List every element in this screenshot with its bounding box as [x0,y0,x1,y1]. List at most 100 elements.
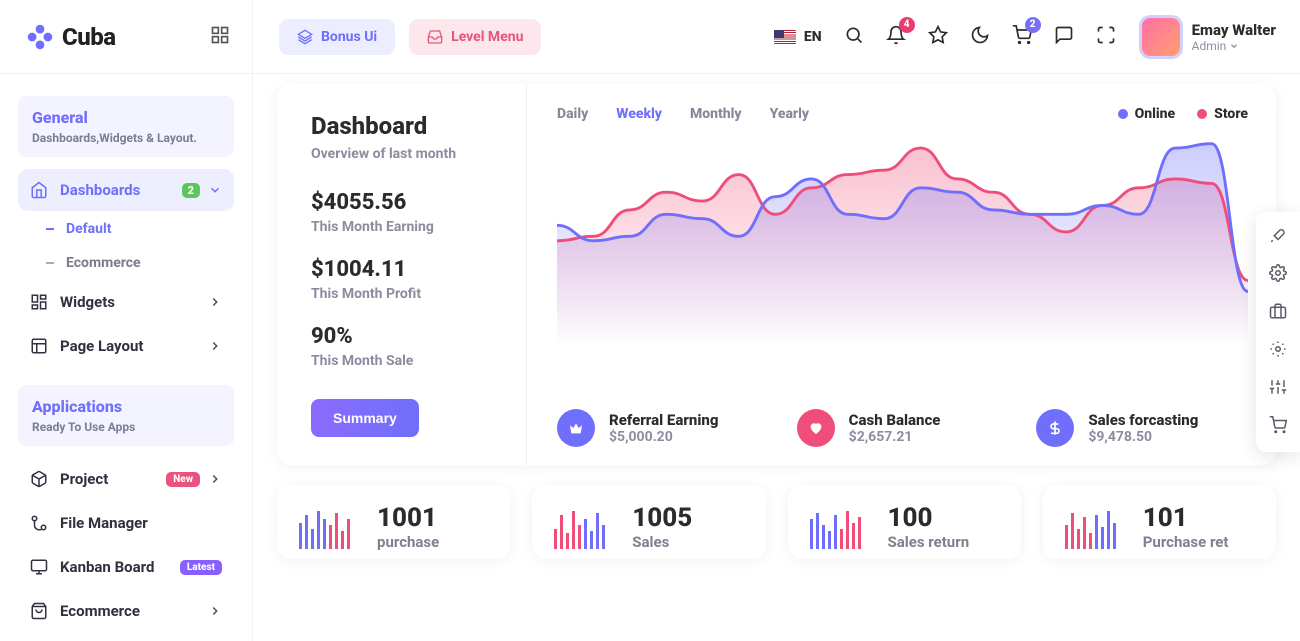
dashboard-chart-panel: Daily Weekly Monthly Yearly Online Store [527,84,1276,465]
sidebar-section-general: General Dashboards,Widgets & Layout. [18,96,234,157]
mini-card-sales: 1005Sales [532,485,765,559]
language-code: EN [804,29,822,45]
mini-bars-icon [1063,505,1123,549]
section-subtitle: Ready To Use Apps [32,420,220,434]
sidebar-label: Dashboards [60,181,140,199]
heart-icon [797,409,835,447]
legend-store: Store [1197,106,1248,122]
layers-icon [297,29,313,45]
sidebar-label: Ecommerce [66,255,141,271]
chevron-right-icon [208,295,222,309]
mini-bars-icon [808,505,868,549]
dash-icon [46,262,54,264]
sidebar-item-page-layout[interactable]: Page Layout [18,325,234,367]
mini-label: Sales [632,533,692,551]
bonus-ui-button[interactable]: Bonus Ui [279,19,395,55]
mini-label: purchase [377,533,439,551]
stat-referral: Referral Earning$5,000.20 [557,409,769,447]
chart-legend: Online Store [1118,106,1248,122]
header-main: Bonus Ui Level Menu EN 4 2 Emay Walter [253,18,1300,56]
mini-card-purchase: 1001purchase [277,485,510,559]
sidebar-item-ecommerce-sub[interactable]: Ecommerce [18,247,234,279]
sidebar: General Dashboards,Widgets & Layout. Das… [0,74,253,641]
search-icon[interactable] [844,25,864,49]
tab-monthly[interactable]: Monthly [690,106,742,122]
section-subtitle: Dashboards,Widgets & Layout. [32,131,220,145]
sidebar-item-default[interactable]: Default [18,213,234,245]
sidebar-item-ecommerce[interactable]: Ecommerce [18,590,234,632]
fullscreen-icon[interactable] [1096,25,1116,49]
tab-yearly[interactable]: Yearly [770,106,810,122]
flag-us-icon [774,30,796,44]
chevron-right-icon [208,604,222,618]
dashboard-summary-panel: Dashboard Overview of last month $4055.5… [277,84,527,465]
briefcase-icon[interactable] [1269,302,1287,324]
sidebar-label: Kanban Board [60,558,154,576]
sidebar-item-widgets[interactable]: Widgets [18,281,234,323]
crown-icon [557,409,595,447]
dashboard-card: Dashboard Overview of last month $4055.5… [277,84,1276,465]
chevron-down-icon [1229,41,1239,51]
bag-icon [30,602,48,620]
metric-earning: $4055.56This Month Earning [311,190,526,235]
user-role: Admin [1192,39,1276,53]
metric-profit: $1004.11This Month Profit [311,257,526,302]
brand-name: Cuba [62,23,116,51]
gear2-icon[interactable] [1269,340,1287,362]
sliders-icon[interactable] [1269,378,1287,400]
legend-dot-icon [1118,109,1128,119]
tab-daily[interactable]: Daily [557,106,588,122]
mini-bars-icon [552,505,612,549]
paint-icon[interactable] [1269,226,1287,248]
summary-button[interactable]: Summary [311,399,419,437]
stat-strip: Referral Earning$5,000.20 Cash Balance$2… [557,392,1248,447]
sidebar-label: Project [60,470,108,488]
level-menu-button[interactable]: Level Menu [409,19,541,55]
box-icon [30,470,48,488]
sidebar-item-kanban[interactable]: Kanban Board Latest [18,546,234,588]
section-title: General [32,108,220,127]
layout-icon [30,337,48,355]
cart-icon[interactable]: 2 [1012,25,1032,49]
settings-floater [1256,212,1300,452]
mini-card-purchase-return: 101Purchase ret [1043,485,1276,559]
chevron-right-icon [208,339,222,353]
avatar [1142,18,1180,56]
time-tabs: Daily Weekly Monthly Yearly [557,106,809,122]
sidebar-item-file-manager[interactable]: File Manager [18,502,234,544]
widgets-icon [30,293,48,311]
cart2-icon[interactable] [1269,416,1287,438]
sidebar-item-dashboards[interactable]: Dashboards 2 [18,169,234,211]
chat-icon[interactable] [1054,25,1074,49]
notification-badge: 4 [899,17,915,33]
new-badge: New [166,472,200,487]
sidebar-label: Widgets [60,293,115,311]
monitor-icon [30,558,48,576]
content: Dashboard Overview of last month $4055.5… [253,74,1300,641]
mini-value: 1001 [377,503,439,533]
mini-label: Sales return [888,533,970,551]
brand-box: Cuba [0,0,253,74]
dark-mode-icon[interactable] [970,25,990,49]
sidebar-item-project[interactable]: Project New [18,458,234,500]
level-menu-label: Level Menu [451,29,523,45]
metric-sale: 90%This Month Sale [311,324,526,369]
user-menu[interactable]: Emay Walter Admin [1142,18,1276,56]
tab-weekly[interactable]: Weekly [616,106,662,122]
sidebar-label: Page Layout [60,337,143,355]
gear-icon[interactable] [1269,264,1287,286]
dollar-icon [1036,409,1074,447]
user-name: Emay Walter [1192,21,1276,39]
star-icon[interactable] [928,25,948,49]
stat-cash: Cash Balance$2,657.21 [797,409,1009,447]
language-selector[interactable]: EN [774,29,822,45]
chevron-down-icon [208,183,222,197]
notifications-icon[interactable]: 4 [886,25,906,49]
sidebar-section-applications: Applications Ready To Use Apps [18,385,234,446]
brand[interactable]: Cuba [26,23,116,51]
brand-logo-icon [26,23,54,51]
sidebar-toggle-icon[interactable] [210,25,230,49]
legend-dot-icon [1197,109,1207,119]
header: Cuba Bonus Ui Level Menu EN 4 2 [0,0,1300,74]
latest-badge: Latest [180,560,222,575]
